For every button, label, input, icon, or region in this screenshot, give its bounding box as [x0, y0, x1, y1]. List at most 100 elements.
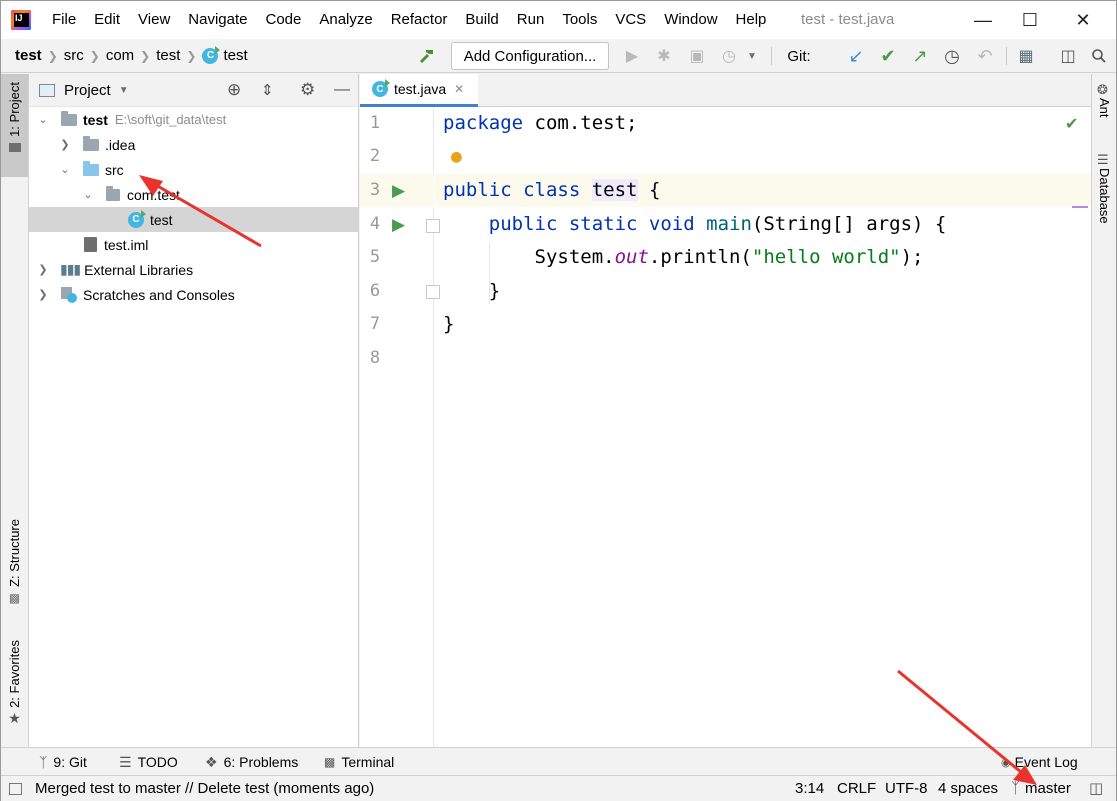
- locate-target-icon[interactable]: ⊕: [227, 80, 241, 100]
- breadcrumb-test-package[interactable]: test: [156, 47, 180, 64]
- menu: File Edit View Navigate Code Analyze Ref…: [43, 1, 775, 39]
- project-structure-icon[interactable]: ▦: [1013, 39, 1039, 73]
- breadcrumb-src[interactable]: src: [64, 47, 84, 64]
- line-number: 7: [369, 314, 381, 334]
- caret-position[interactable]: 3:14: [795, 776, 824, 801]
- info-icon: ❖: [205, 753, 218, 770]
- tab-git[interactable]: ᛉ 9: Git: [39, 748, 87, 776]
- add-configuration-button[interactable]: Add Configuration...: [451, 42, 609, 70]
- presentation-icon[interactable]: ◫: [1055, 39, 1081, 73]
- tab-database[interactable]: ☰ Database: [1092, 152, 1116, 227]
- file-encoding[interactable]: UTF-8: [885, 776, 928, 801]
- chevron-right-icon[interactable]: ❯: [59, 138, 71, 151]
- run-icon[interactable]: ▶: [619, 39, 645, 73]
- tree-item-test-iml[interactable]: test.iml: [29, 232, 359, 257]
- search-icon[interactable]: [1086, 39, 1112, 73]
- breadcrumb-com[interactable]: com: [106, 47, 134, 64]
- inspection-ok-check-icon[interactable]: ✔: [1065, 114, 1078, 134]
- tab-terminal[interactable]: ▩ Terminal: [324, 748, 394, 776]
- tab-project[interactable]: 1: Project: [1, 74, 28, 177]
- git-branch-widget[interactable]: ᛉ master: [1011, 776, 1071, 801]
- menu-file[interactable]: File: [43, 1, 85, 39]
- tab-ant-label: Ant: [1097, 98, 1112, 118]
- menu-code[interactable]: Code: [256, 1, 310, 39]
- chevron-down-icon[interactable]: ⌄: [37, 113, 49, 126]
- tree-item-test-class[interactable]: C test: [29, 207, 359, 232]
- line-number: 5: [369, 247, 381, 267]
- chevron-down-icon[interactable]: ⌄: [82, 188, 94, 201]
- tab-ant[interactable]: ❂ Ant: [1092, 82, 1116, 121]
- project-view-icon: [39, 83, 55, 97]
- tab-database-label: Database: [1097, 168, 1112, 224]
- menu-refactor[interactable]: Refactor: [382, 1, 457, 39]
- rollback-icon[interactable]: ↶: [972, 39, 998, 73]
- tree-item-idea[interactable]: ❯ .idea: [29, 132, 359, 157]
- git-branch-icon: ᛉ: [1011, 780, 1021, 797]
- tab-label: test.java: [394, 81, 447, 97]
- chevron-right-icon[interactable]: ❯: [37, 288, 49, 301]
- chevron-down-icon[interactable]: ▼: [119, 85, 129, 96]
- menu-navigate[interactable]: Navigate: [179, 1, 256, 39]
- dropdown-arrow-icon[interactable]: ▼: [739, 39, 765, 73]
- menu-analyze[interactable]: Analyze: [310, 1, 381, 39]
- tab-event-log-label: Event Log: [1014, 754, 1078, 770]
- navigation-bar: test ❯ src ❯ com ❯ test ❯ C test Add Con…: [1, 39, 1116, 73]
- run-class-gutter-icon[interactable]: ▶: [392, 181, 405, 201]
- tab-favorites[interactable]: 2: Favorites ★: [1, 640, 28, 740]
- status-message[interactable]: Merged test to master // Delete test (mo…: [35, 776, 374, 801]
- build-hammer-icon[interactable]: [414, 39, 440, 73]
- chevron-right-icon: ❯: [47, 48, 58, 63]
- git-commit-icon[interactable]: ✔: [875, 39, 901, 73]
- history-clock-icon[interactable]: ◷: [939, 39, 965, 73]
- tree-item-src[interactable]: ⌄ src: [29, 157, 359, 182]
- chevron-down-icon[interactable]: ⌄: [59, 163, 71, 176]
- tree-item-scratches[interactable]: ❯ Scratches and Consoles: [29, 282, 359, 307]
- hide-panel-icon[interactable]: —: [334, 81, 350, 99]
- close-tab-icon[interactable]: ✕: [454, 82, 464, 96]
- tab-todo[interactable]: ☰ TODO: [119, 748, 178, 776]
- project-view-title[interactable]: Project: [64, 82, 111, 99]
- menu-window[interactable]: Window: [655, 1, 726, 39]
- breadcrumb-test-class[interactable]: test: [223, 47, 247, 64]
- menu-run[interactable]: Run: [508, 1, 554, 39]
- code-editor[interactable]: package com.test; ● public class test { …: [435, 107, 1091, 747]
- line-separator[interactable]: CRLF: [837, 776, 876, 801]
- minimize-button[interactable]: —: [961, 1, 1005, 39]
- menu-build[interactable]: Build: [456, 1, 507, 39]
- editor-gutter: 1 2 3 4 5 6 7 8 ▶ ▶: [360, 107, 440, 747]
- java-class-icon: C: [128, 209, 146, 228]
- lock-icon[interactable]: ◫: [1089, 776, 1103, 801]
- tab-structure[interactable]: Z: Structure ▩: [1, 519, 28, 619]
- menu-view[interactable]: View: [129, 1, 179, 39]
- intention-bulb-icon[interactable]: ●: [451, 140, 462, 173]
- coverage-icon[interactable]: ▣: [684, 39, 710, 73]
- tree-item-com-test[interactable]: ⌄ com.test: [29, 182, 359, 207]
- tab-test-java[interactable]: C test.java ✕: [360, 74, 478, 107]
- ant-icon: ❂: [1097, 82, 1108, 97]
- menu-tools[interactable]: Tools: [553, 1, 606, 39]
- menu-help[interactable]: Help: [727, 1, 776, 39]
- git-update-icon[interactable]: ↙: [843, 39, 869, 73]
- menu-edit[interactable]: Edit: [85, 1, 129, 39]
- debug-bug-icon[interactable]: ✱: [651, 39, 677, 73]
- tab-event-log[interactable]: ◉ Event Log: [1001, 748, 1078, 776]
- gear-icon[interactable]: ⚙: [300, 80, 315, 100]
- chevron-right-icon: ❯: [89, 48, 100, 63]
- maximize-button[interactable]: ☐: [1008, 1, 1052, 39]
- run-main-gutter-icon[interactable]: ▶: [392, 215, 405, 235]
- menu-vcs[interactable]: VCS: [606, 1, 655, 39]
- close-button[interactable]: ✕: [1061, 1, 1105, 39]
- toggle-tool-windows-icon[interactable]: [9, 783, 22, 795]
- chevron-right-icon[interactable]: ❯: [37, 263, 49, 276]
- folder-icon: [83, 135, 99, 151]
- tab-git-label: 9: Git: [53, 754, 87, 770]
- git-push-icon[interactable]: ↗: [907, 39, 933, 73]
- tree-item-project-root[interactable]: ⌄ test E:\soft\git_data\test: [29, 107, 359, 132]
- indent-setting[interactable]: 4 spaces: [938, 776, 998, 801]
- tree-item-label: test.iml: [104, 236, 149, 253]
- project-folder-icon: [61, 110, 77, 126]
- breadcrumb-project[interactable]: test: [15, 47, 42, 64]
- tree-item-external-libraries[interactable]: ❯ ▮▮▮ External Libraries: [29, 257, 359, 282]
- collapse-all-icon[interactable]: ⇕: [261, 81, 274, 99]
- tab-problems[interactable]: ❖ 6: Problems: [205, 748, 298, 776]
